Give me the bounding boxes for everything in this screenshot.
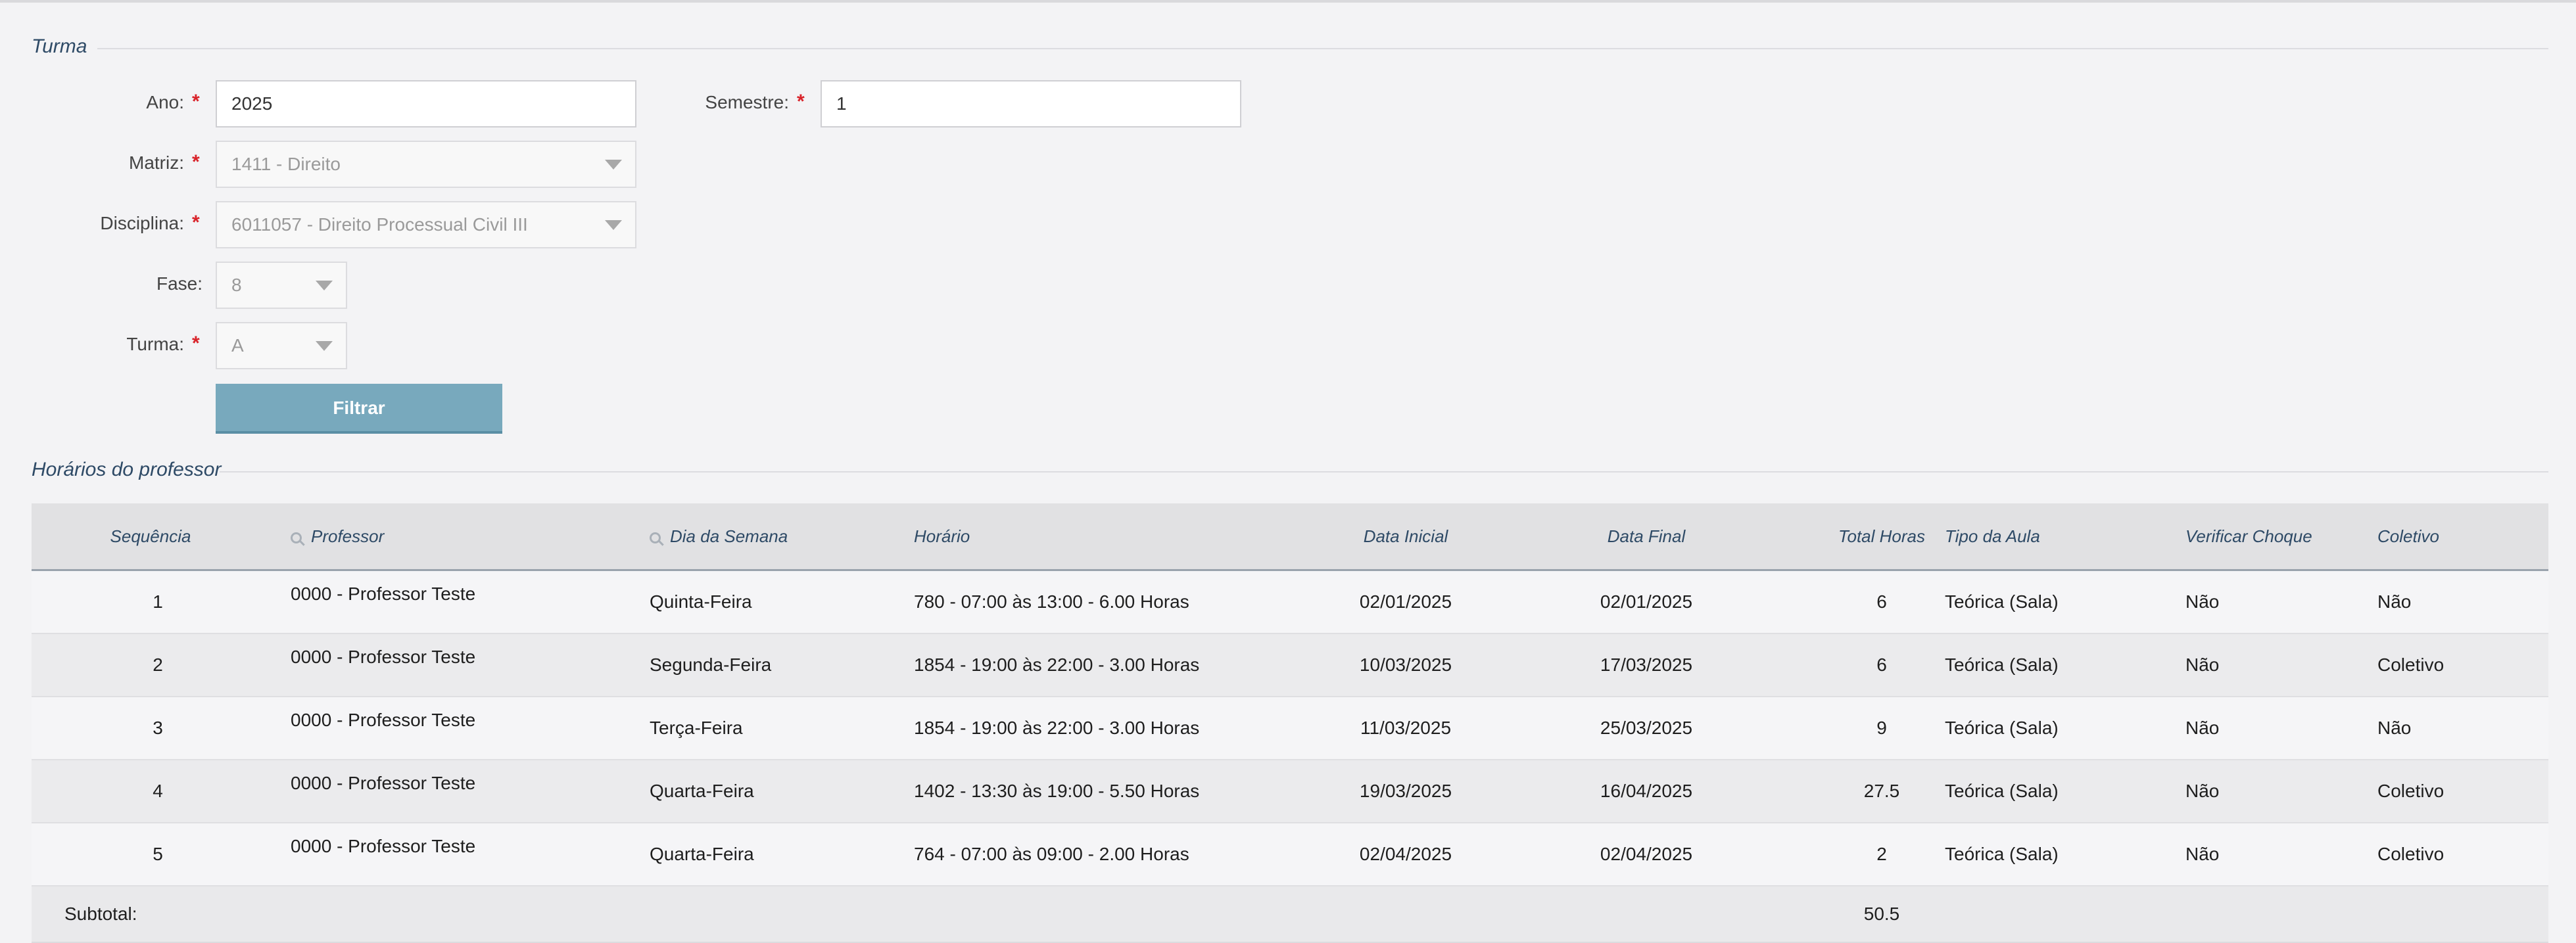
column-header-horario[interactable]: Horário xyxy=(914,503,970,569)
cell-coletivo: Coletivo xyxy=(2377,844,2445,864)
cell-sequencia: 2 xyxy=(153,655,163,675)
cell-dia-da-semana: Terça-Feira xyxy=(650,718,743,738)
chevron-down-icon xyxy=(316,281,333,290)
subtotal-row: Subtotal: 50.5 xyxy=(32,886,2548,943)
cell-data-inicial: 10/03/2025 xyxy=(1359,655,1452,675)
semestre-label: Semestre: xyxy=(705,92,789,112)
cell-dia-da-semana: Quarta-Feira xyxy=(650,844,754,864)
turma-select-value: A xyxy=(231,335,244,356)
column-header-dia-da-semana[interactable]: Dia da Semana xyxy=(650,503,788,569)
fase-select-value: 8 xyxy=(231,275,242,295)
chevron-down-icon xyxy=(605,160,622,170)
cell-data-final: 02/01/2025 xyxy=(1600,591,1693,612)
cell-professor: 0000 - Professor Teste xyxy=(291,584,476,604)
cell-tipo-da-aula: Teórica (Sala) xyxy=(1945,781,2059,801)
semestre-required-marker: * xyxy=(797,91,805,112)
matriz-label: Matriz: xyxy=(129,152,184,173)
fase-label: Fase: xyxy=(156,273,203,294)
cell-coletivo: Coletivo xyxy=(2377,781,2445,801)
column-header-data-final[interactable]: Data Final xyxy=(1548,503,1745,569)
cell-professor: 0000 - Professor Teste xyxy=(291,710,476,730)
subtotal-total-horas: 50.5 xyxy=(1863,904,1900,924)
cell-professor: 0000 - Professor Teste xyxy=(291,647,476,667)
cell-verificar-choque: Não xyxy=(2185,781,2220,801)
cell-horario: 1854 - 19:00 às 22:00 - 3.00 Horas xyxy=(914,718,1200,738)
search-icon[interactable] xyxy=(291,532,302,543)
turma-label: Turma: xyxy=(126,334,184,354)
subtotal-label: Subtotal: xyxy=(64,904,137,924)
disciplina-label: Disciplina: xyxy=(100,213,184,233)
table-row[interactable]: 4 0000 - Professor Teste Quarta-Feira 14… xyxy=(32,760,2548,823)
ano-required-marker: * xyxy=(192,91,200,112)
column-header-verificar-choque[interactable]: Verificar Choque xyxy=(2185,503,2312,569)
cell-data-inicial: 02/04/2025 xyxy=(1359,844,1452,864)
cell-tipo-da-aula: Teórica (Sala) xyxy=(1945,591,2059,612)
cell-coletivo: Não xyxy=(2377,591,2412,612)
matriz-select[interactable]: 1411 - Direito xyxy=(216,141,636,188)
table-row[interactable]: 3 0000 - Professor Teste Terça-Feira 185… xyxy=(32,697,2548,760)
semestre-input[interactable]: 1 xyxy=(821,80,1241,127)
cell-sequencia: 1 xyxy=(153,591,163,612)
cell-dia-da-semana: Quarta-Feira xyxy=(650,781,754,801)
schedule-legend-divider xyxy=(220,471,2548,472)
cell-coletivo: Não xyxy=(2377,718,2412,738)
cell-tipo-da-aula: Teórica (Sala) xyxy=(1945,655,2059,675)
cell-data-inicial: 11/03/2025 xyxy=(1360,718,1452,738)
cell-horario: 1854 - 19:00 às 22:00 - 3.00 Horas xyxy=(914,655,1200,675)
column-header-coletivo[interactable]: Coletivo xyxy=(2377,503,2439,569)
column-header-data-inicial[interactable]: Data Inicial xyxy=(1307,503,1504,569)
cell-verificar-choque: Não xyxy=(2185,591,2220,612)
table-row[interactable]: 5 0000 - Professor Teste Quarta-Feira 76… xyxy=(32,823,2548,886)
cell-data-inicial: 02/01/2025 xyxy=(1359,591,1452,612)
top-border xyxy=(0,0,2576,3)
cell-horario: 780 - 07:00 às 13:00 - 6.00 Horas xyxy=(914,591,1189,612)
cell-data-final: 17/03/2025 xyxy=(1600,655,1693,675)
cell-dia-da-semana: Quinta-Feira xyxy=(650,591,752,612)
cell-horario: 764 - 07:00 às 09:00 - 2.00 Horas xyxy=(914,844,1189,864)
cell-data-final: 16/04/2025 xyxy=(1600,781,1693,801)
cell-sequencia: 4 xyxy=(153,781,163,801)
cell-dia-da-semana: Segunda-Feira xyxy=(650,655,772,675)
matriz-select-value: 1411 - Direito xyxy=(231,154,341,174)
filter-button[interactable]: Filtrar xyxy=(216,384,502,434)
column-header-professor-label: Professor xyxy=(311,526,385,546)
turma-select[interactable]: A xyxy=(216,322,347,369)
turma-legend-divider xyxy=(97,48,2548,49)
cell-sequencia: 3 xyxy=(153,718,163,738)
cell-coletivo: Coletivo xyxy=(2377,655,2445,675)
turma-legend: Turma xyxy=(32,35,87,57)
cell-verificar-choque: Não xyxy=(2185,655,2220,675)
disciplina-required-marker: * xyxy=(192,212,200,233)
column-header-sequencia[interactable]: Sequência xyxy=(32,503,270,569)
cell-tipo-da-aula: Teórica (Sala) xyxy=(1945,844,2059,864)
cell-sequencia: 5 xyxy=(153,844,163,864)
cell-verificar-choque: Não xyxy=(2185,844,2220,864)
disciplina-select[interactable]: 6011057 - Direito Processual Civil III xyxy=(216,201,636,248)
turma-required-marker: * xyxy=(192,333,200,354)
column-header-tipo-da-aula[interactable]: Tipo da Aula xyxy=(1945,503,2040,569)
cell-data-inicial: 19/03/2025 xyxy=(1359,781,1452,801)
ano-input[interactable]: 2025 xyxy=(216,80,636,127)
matriz-required-marker: * xyxy=(192,151,200,173)
chevron-down-icon xyxy=(316,341,333,351)
disciplina-select-value: 6011057 - Direito Processual Civil III xyxy=(231,214,528,235)
table-row[interactable]: 2 0000 - Professor Teste Segunda-Feira 1… xyxy=(32,634,2548,697)
chevron-down-icon xyxy=(605,220,622,230)
cell-data-final: 25/03/2025 xyxy=(1600,718,1693,738)
search-icon[interactable] xyxy=(650,532,661,543)
schedule-legend: Horários do professor xyxy=(32,459,222,480)
ano-label: Ano: xyxy=(146,92,184,112)
cell-horario: 1402 - 13:30 às 19:00 - 5.50 Horas xyxy=(914,781,1200,801)
table-row[interactable]: 1 0000 - Professor Teste Quinta-Feira 78… xyxy=(32,571,2548,634)
cell-verificar-choque: Não xyxy=(2185,718,2220,738)
cell-professor: 0000 - Professor Teste xyxy=(291,836,476,856)
column-header-dia-label: Dia da Semana xyxy=(670,526,788,546)
professor-schedule-table: Sequência Professor Dia da Semana Horári… xyxy=(32,503,2548,943)
cell-professor: 0000 - Professor Teste xyxy=(291,773,476,793)
cell-data-final: 02/04/2025 xyxy=(1600,844,1693,864)
column-header-professor[interactable]: Professor xyxy=(291,503,384,569)
fase-select[interactable]: 8 xyxy=(216,262,347,309)
table-header: Sequência Professor Dia da Semana Horári… xyxy=(32,503,2548,571)
cell-tipo-da-aula: Teórica (Sala) xyxy=(1945,718,2059,738)
